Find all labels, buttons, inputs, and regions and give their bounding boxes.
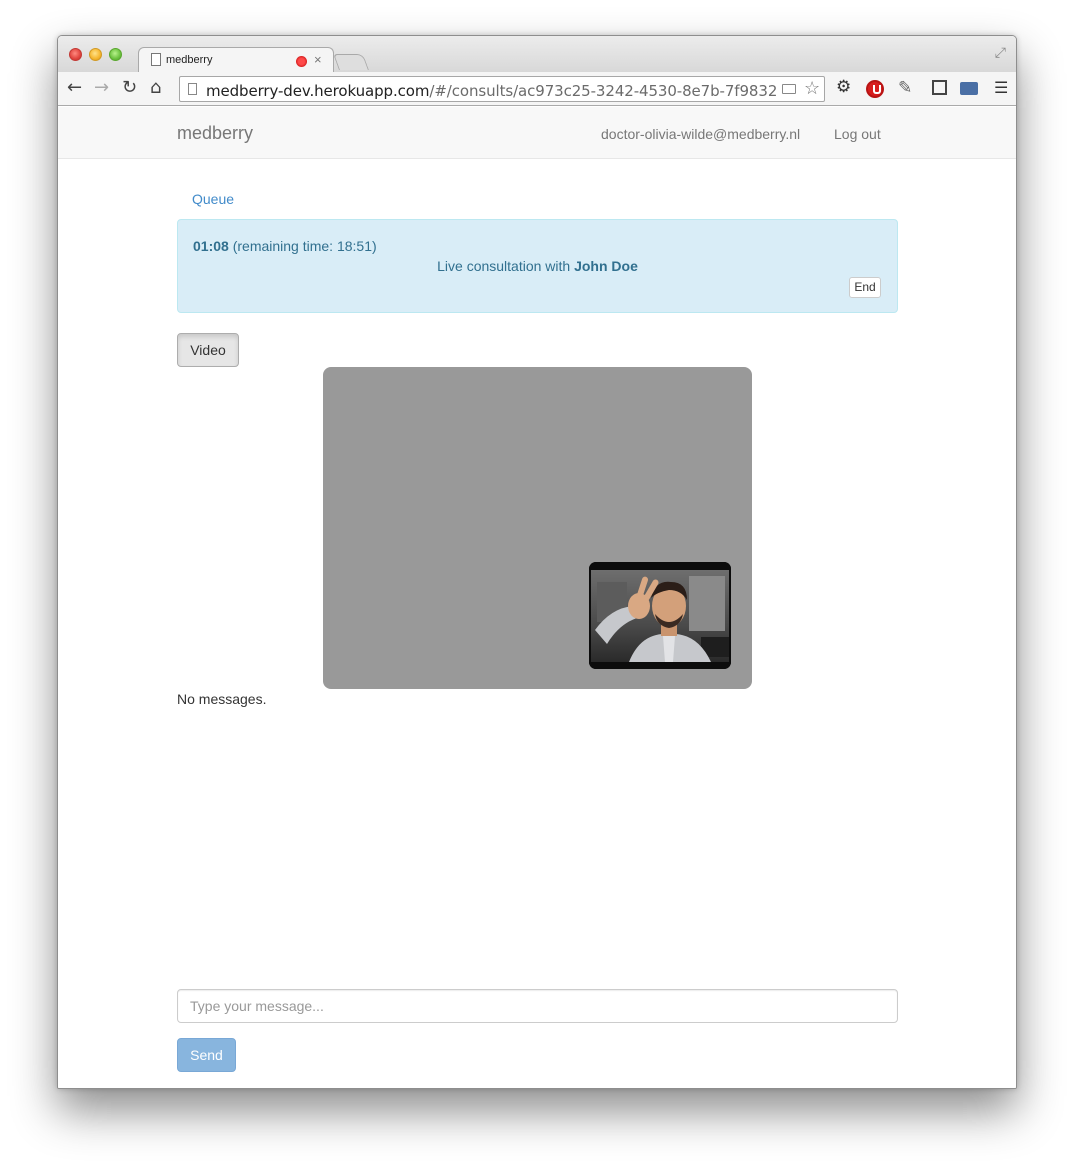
webcam-feed-image [589, 562, 731, 669]
recording-icon [296, 56, 307, 67]
browser-tab[interactable]: medberry × [138, 47, 334, 73]
end-consultation-button[interactable]: End [849, 277, 881, 298]
chrome-menu-icon[interactable]: ☰ [994, 78, 1008, 98]
screenshot-camera-icon[interactable] [960, 82, 978, 95]
camera-permission-icon[interactable] [782, 84, 796, 94]
self-video-preview [589, 562, 731, 669]
remaining-time: (remaining time: 18:51) [232, 238, 377, 254]
logout-link[interactable]: Log out [834, 126, 881, 142]
live-consultation-text: Live consultation with John Doe [178, 258, 897, 274]
brand-link[interactable]: medberry [177, 123, 253, 144]
video-toggle-button[interactable]: Video [177, 333, 239, 367]
minimize-window-icon[interactable] [89, 48, 102, 61]
browser-toolbar: ← → ↻ ⌂ medberry-dev.herokuapp.com/#/con… [58, 72, 1016, 106]
consultation-timer: 01:08 (remaining time: 18:51) [193, 238, 377, 254]
consultation-status-alert: 01:08 (remaining time: 18:51) Live consu… [177, 219, 898, 313]
reload-icon[interactable]: ↻ [122, 78, 137, 98]
top-navbar: medberry doctor-olivia-wilde@medberry.nl… [58, 107, 1016, 159]
web-page: medberry doctor-olivia-wilde@medberry.nl… [58, 107, 1016, 1088]
back-icon[interactable]: ← [67, 78, 82, 98]
elapsed-time: 01:08 [193, 238, 229, 254]
user-email-link[interactable]: doctor-olivia-wilde@medberry.nl [601, 126, 800, 142]
browser-window: medberry × ⤢ ← → ↻ ⌂ medberry-dev.heroku… [57, 35, 1017, 1089]
fullscreen-icon[interactable]: ⤢ [995, 44, 1006, 61]
close-window-icon[interactable] [69, 48, 82, 61]
extension-square-icon[interactable] [932, 80, 947, 95]
remote-video-stage [323, 367, 752, 689]
forward-icon[interactable]: → [94, 78, 109, 98]
url-text[interactable]: medberry-dev.herokuapp.com/#/consults/ac… [206, 82, 776, 100]
zoom-window-icon[interactable] [109, 48, 122, 61]
patient-name: John Doe [574, 258, 638, 274]
close-tab-icon[interactable]: × [314, 52, 322, 68]
home-icon[interactable]: ⌂ [150, 78, 161, 98]
url-path: /#/consults/ac973c25-3242-4530-8e7b-7f98… [429, 82, 776, 100]
url-host: medberry-dev.herokuapp.com [206, 82, 430, 100]
live-prefix: Live consultation with [437, 258, 571, 274]
tab-title: medberry [166, 54, 213, 66]
address-bar[interactable]: medberry-dev.herokuapp.com/#/consults/ac… [179, 76, 825, 102]
new-tab-button[interactable] [333, 54, 369, 70]
browser-titlebar: medberry × ⤢ [58, 36, 1016, 73]
extension-stop-icon[interactable] [866, 80, 884, 98]
send-button[interactable]: Send [177, 1038, 236, 1072]
page-icon [188, 83, 197, 95]
bookmark-star-icon[interactable]: ☆ [804, 78, 820, 99]
settings-gear-icon[interactable]: ⚙ [836, 77, 851, 97]
queue-link[interactable]: Queue [192, 191, 234, 207]
message-input[interactable] [177, 989, 898, 1023]
chat-empty-state: No messages. [177, 691, 267, 707]
page-icon [151, 53, 161, 66]
eyedropper-icon[interactable]: ✎ [898, 78, 912, 98]
